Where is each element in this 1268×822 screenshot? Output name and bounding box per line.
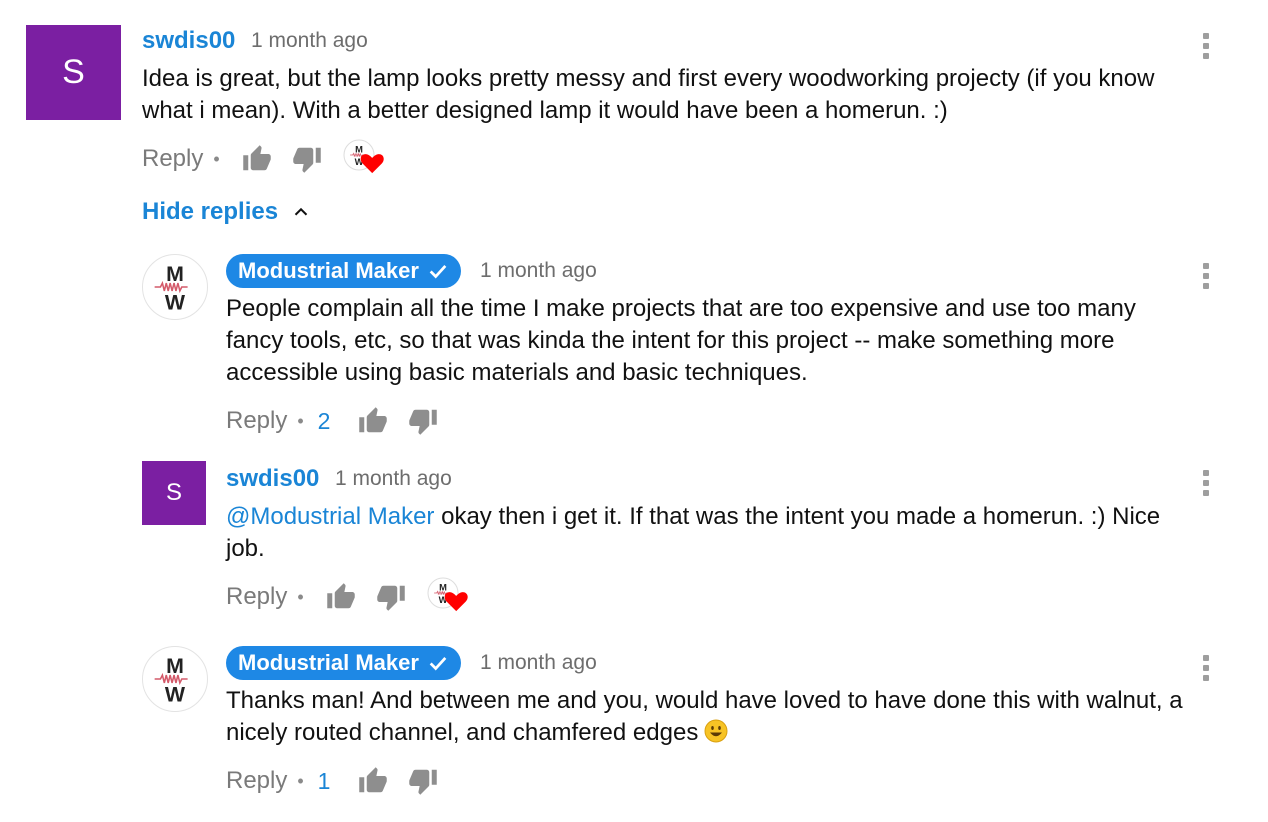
hide-replies-button[interactable]: Hide replies [142,198,312,226]
separator-dot: • [297,586,304,607]
verified-check-icon [429,265,447,279]
creator-heart-icon [426,577,472,617]
comment-text: People complain all the time I make proj… [226,295,1136,386]
separator-dot: • [297,410,304,431]
more-vert-icon[interactable] [1203,263,1211,293]
comment-text: @Modustrial Maker okay then i get it. If… [226,503,1161,562]
avatar[interactable]: S [142,461,206,525]
comment-actions: Reply • [142,139,388,179]
reply-button[interactable]: Reply [142,145,203,173]
author-name[interactable]: swdis00 [226,465,319,493]
reply-button[interactable]: Reply [226,767,287,795]
reply-button[interactable]: Reply [226,407,287,435]
avatar[interactable] [142,254,208,320]
like-count: 2 [317,407,331,434]
creator-heart-icon [342,139,388,179]
comment-actions: Reply • 1 [226,764,458,798]
more-vert-icon[interactable] [1203,33,1211,63]
avatar[interactable]: S [26,25,121,120]
separator-dot: • [297,770,304,791]
timestamp[interactable]: 1 month ago [335,467,452,491]
separator-dot: • [213,148,220,169]
timestamp[interactable]: 1 month ago [480,259,597,283]
like-icon[interactable] [326,582,356,612]
avatar[interactable] [142,646,208,712]
author-name[interactable]: swdis00 [142,27,235,55]
chevron-up-icon [294,207,308,216]
like-icon[interactable] [358,406,388,436]
dislike-icon[interactable] [376,582,406,612]
like-icon[interactable] [242,144,272,174]
dislike-icon[interactable] [408,406,438,436]
reply-button[interactable]: Reply [226,583,287,611]
dislike-icon[interactable] [292,144,322,174]
timestamp[interactable]: 1 month ago [251,29,368,53]
like-icon[interactable] [358,766,388,796]
smiley-emoji-icon [704,719,728,743]
like-count: 1 [317,767,331,794]
more-vert-icon[interactable] [1203,655,1211,685]
more-vert-icon[interactable] [1203,470,1211,500]
verified-author-badge[interactable]: Modustrial Maker [226,646,461,680]
mention-link[interactable]: @Modustrial Maker [226,503,434,530]
comment-text: Thanks man! And between me and you, woul… [226,687,1183,746]
comment-actions: Reply • 2 [226,404,458,438]
dislike-icon[interactable] [408,766,438,796]
comment-actions: Reply • [226,577,472,617]
verified-author-badge[interactable]: Modustrial Maker [226,254,461,288]
timestamp[interactable]: 1 month ago [480,651,597,675]
comment-text: Idea is great, but the lamp looks pretty… [142,65,1155,124]
verified-check-icon [429,657,447,671]
